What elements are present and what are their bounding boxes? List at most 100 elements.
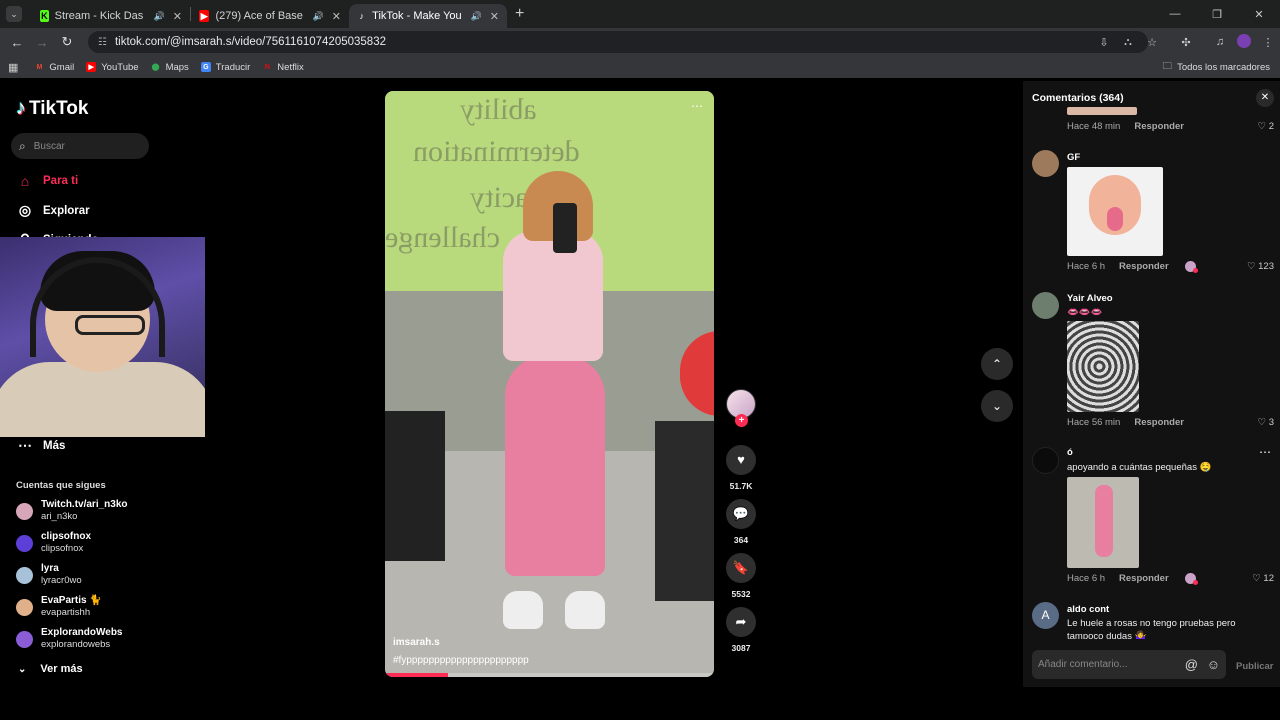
comment-icon[interactable]: 💬 (726, 499, 756, 529)
comment-count: 364 (733, 535, 749, 545)
comment-meta: Hace 56 min Responder (1067, 417, 1184, 428)
tiktok-logo[interactable]: ♪ TikTok (16, 97, 88, 120)
bookmark-translate[interactable]: G Traducir (200, 61, 251, 73)
media-icon[interactable]: ♫ (1208, 36, 1232, 48)
site-info-icon[interactable]: ☷ (98, 37, 107, 48)
youtube-icon: ▶ (199, 10, 210, 22)
apps-grid-icon[interactable]: ▦ (8, 61, 18, 74)
close-icon[interactable]: ✕ (332, 10, 341, 23)
previous-video-button[interactable]: ⌃ (981, 348, 1013, 380)
bookmark-maps[interactable]: ⬤ Maps (151, 62, 189, 73)
close-icon[interactable]: ✕ (173, 10, 182, 23)
avatar[interactable] (1032, 292, 1059, 319)
minimize-icon[interactable]: — (1154, 8, 1196, 20)
tab-title: Stream - Kick Dashboard (54, 10, 144, 22)
comment-image[interactable] (1067, 477, 1139, 568)
like-icon[interactable]: ♥ (726, 445, 756, 475)
more-options-icon[interactable]: ⋯ (691, 99, 704, 113)
reload-icon[interactable]: ↻ (56, 34, 78, 50)
reply-button[interactable]: Responder (1119, 261, 1169, 272)
video-progress-bar[interactable] (385, 673, 714, 677)
video-caption[interactable]: #fypppppppppppppppppppppp (393, 655, 529, 666)
comment-author[interactable]: aldo cont (1067, 604, 1109, 615)
tab-tiktok[interactable]: ♪ TikTok - Make Your Day 🔊 ✕ (349, 4, 507, 28)
tab-youtube[interactable]: ▶ (279) Ace of Base - Happy Nation 🔊 ✕ (191, 4, 349, 28)
tiktok-page: ♪ TikTok ⌕ Buscar ⌂ Para ti ◎ Explorar ⚲… (0, 81, 1280, 720)
account-item[interactable]: clipsofnox clipsofnox (16, 531, 91, 555)
mention-icon[interactable]: @ (1185, 657, 1198, 672)
nav-para-ti[interactable]: ⌂ Para ti (16, 173, 78, 189)
video-username[interactable]: imsarah.s (393, 637, 440, 648)
comment-image[interactable] (1067, 167, 1163, 256)
url-input[interactable]: ☷ tiktok.com/@imsarah.s/video/7561161074… (88, 31, 1148, 53)
avatar[interactable]: A (1032, 602, 1059, 629)
star-icon[interactable]: ☆ (1140, 36, 1164, 49)
reply-button[interactable]: Responder (1134, 417, 1184, 428)
nav-explorar[interactable]: ◎ Explorar (16, 202, 90, 219)
avatar (16, 534, 33, 552)
profile-avatar[interactable] (1232, 33, 1256, 51)
phone-in-hand (553, 203, 577, 253)
bookmark-label: Traducir (215, 61, 251, 73)
restore-icon[interactable]: ❐ (1196, 8, 1238, 21)
forward-icon[interactable]: → (31, 35, 53, 50)
next-video-button[interactable]: ⌄ (981, 390, 1013, 422)
comment-author[interactable]: ó (1067, 447, 1073, 458)
account-item[interactable]: lyra lyracr0wo (16, 563, 82, 587)
video-player[interactable]: ability determination acity challenge ⋯ … (385, 91, 714, 677)
speaker-icon[interactable]: 🔊 (313, 11, 324, 22)
follow-plus-icon[interactable]: + (735, 414, 748, 427)
tab-search-button[interactable]: ⌄ (6, 6, 22, 22)
comment-like-button[interactable]: ♡ 3 (1258, 417, 1274, 428)
reply-button[interactable]: Responder (1134, 121, 1184, 132)
comment-input[interactable]: Añadir comentario... @ ☺ (1032, 650, 1226, 679)
following-heading: Cuentas que sigues (16, 480, 106, 491)
comment-image[interactable] (1067, 321, 1139, 412)
account-item[interactable]: Twitch.tv/ari_n3ko ari_n3ko (16, 499, 128, 523)
bookmark-gmail[interactable]: M Gmail (34, 62, 74, 73)
speaker-icon[interactable]: 🔊 (154, 11, 165, 22)
nav-mas[interactable]: ⋯ Más (16, 437, 65, 454)
speaker-icon[interactable]: 🔊 (471, 11, 482, 22)
translate-icon[interactable]: ⛬ (1116, 36, 1140, 49)
comment-more-icon[interactable]: ⋯ (1259, 445, 1272, 459)
publish-button[interactable]: Publicar (1236, 661, 1274, 672)
person-legs (505, 356, 605, 576)
share-icon[interactable]: ➦ (726, 607, 756, 637)
close-window-icon[interactable]: ✕ (1238, 8, 1280, 21)
install-icon[interactable]: ⇩ (1092, 36, 1116, 49)
bookmark-icon[interactable]: 🔖 (726, 553, 756, 583)
dots-icon: ⋯ (18, 437, 32, 453)
extensions-icon[interactable]: ✣ (1174, 36, 1198, 49)
search-input[interactable]: ⌕ Buscar (11, 133, 149, 159)
comment-like-button[interactable]: ♡ 2 (1258, 121, 1274, 132)
comment-like-button[interactable]: ♡ 12 (1252, 573, 1274, 584)
creator-avatar[interactable]: + (726, 389, 756, 427)
back-icon[interactable]: ← (6, 35, 28, 50)
account-name: lyra (41, 563, 59, 574)
see-more-button[interactable]: ⌄ Ver más (18, 663, 83, 675)
comment-image[interactable] (1067, 107, 1137, 115)
avatar[interactable] (1032, 447, 1059, 474)
all-bookmarks-button[interactable]: 🗀 Todos los marcadores (1163, 59, 1270, 75)
comment-like-button[interactable]: ♡ 123 (1247, 261, 1274, 272)
comment-author[interactable]: GF (1067, 152, 1080, 163)
bookmark-netflix[interactable]: N Netflix (262, 62, 304, 73)
close-icon[interactable]: ✕ (1256, 89, 1274, 107)
comment-author[interactable]: Yair Alveo (1067, 293, 1113, 304)
avatar[interactable] (1032, 150, 1059, 177)
close-icon[interactable]: ✕ (490, 10, 499, 23)
menu-icon[interactable]: ⋮ (1256, 36, 1280, 49)
new-tab-button[interactable]: + (515, 5, 524, 23)
account-item[interactable]: ExplorandoWebs explorandowebs (16, 627, 123, 651)
bookmark-youtube[interactable]: ▶ YouTube (86, 62, 139, 73)
reply-button[interactable]: Responder (1119, 573, 1169, 584)
tiktok-note-icon: ♪ (16, 97, 26, 119)
bookmarks-bar: ▦ M Gmail ▶ YouTube ⬤ Maps G Traducir N … (0, 56, 1280, 78)
tab-kick[interactable]: K Stream - Kick Dashboard 🔊 ✕ (32, 4, 190, 28)
folder-icon: 🗀 (1162, 61, 1173, 72)
emoji-icon[interactable]: ☺ (1207, 657, 1220, 672)
thumbnail-person (1095, 485, 1113, 557)
account-item[interactable]: EvaPartis 🐈 evapartishh (16, 595, 102, 619)
chevron-down-icon: ⌄ (18, 663, 27, 675)
